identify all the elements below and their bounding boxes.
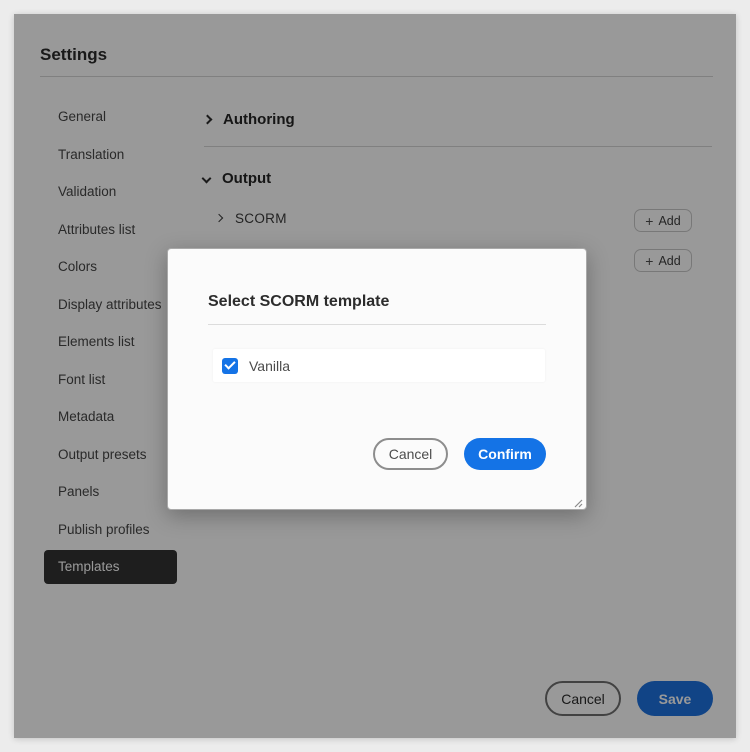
screen: Settings General Translation Validation … — [0, 0, 750, 752]
template-option-row[interactable]: Vanilla — [213, 349, 545, 382]
select-scorm-template-dialog: Select SCORM template Vanilla Cancel Con… — [167, 248, 587, 510]
dialog-cancel-button[interactable]: Cancel — [373, 438, 448, 470]
dialog-title: Select SCORM template — [208, 293, 390, 310]
vanilla-checkbox[interactable] — [222, 357, 238, 374]
dialog-confirm-button[interactable]: Confirm — [464, 438, 546, 470]
resize-handle-icon[interactable] — [571, 495, 583, 508]
vanilla-checkbox-label: Vanilla — [249, 357, 290, 374]
dialog-divider — [208, 324, 546, 325]
